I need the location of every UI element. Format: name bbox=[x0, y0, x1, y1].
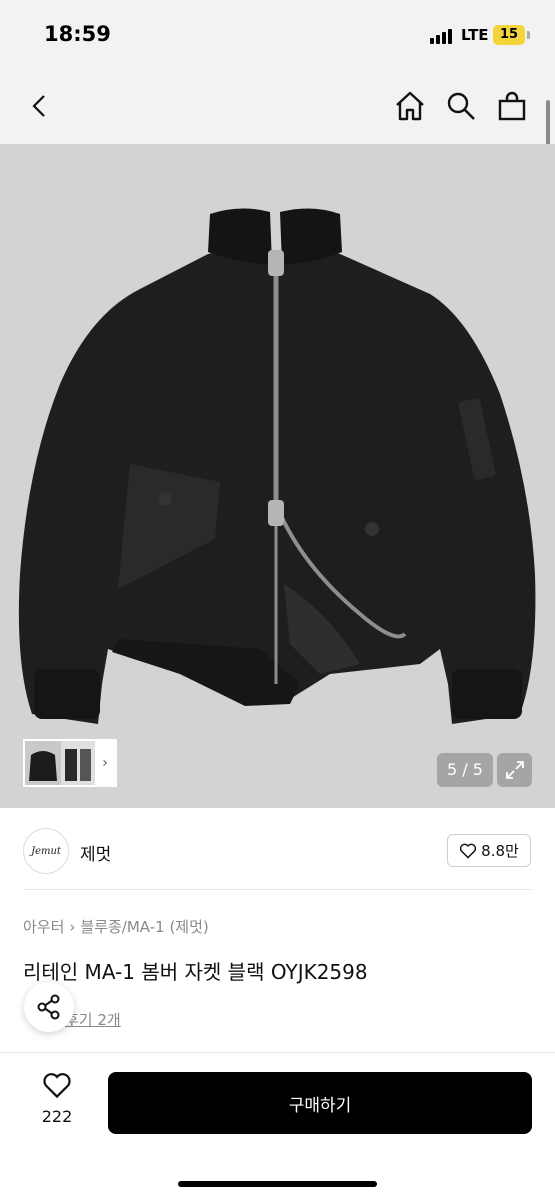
network-label: LTE bbox=[461, 26, 489, 44]
buy-button[interactable]: 구매하기 bbox=[108, 1072, 532, 1134]
search-icon[interactable] bbox=[439, 84, 483, 128]
thumbnail-image[interactable] bbox=[61, 741, 95, 785]
page-counter: 5 / 5 bbox=[437, 753, 493, 787]
breadcrumb: 아우터 › 블루종/MA-1 (제멋) bbox=[23, 916, 209, 937]
chevron-right-icon[interactable]: › bbox=[95, 741, 115, 785]
heart-icon bbox=[460, 843, 477, 859]
bottom-divider bbox=[0, 1052, 555, 1053]
thumbnail-image[interactable] bbox=[25, 741, 61, 785]
product-image[interactable] bbox=[0, 144, 555, 808]
nav-bar bbox=[0, 72, 555, 144]
share-icon[interactable] bbox=[24, 982, 74, 1032]
brand-logo[interactable]: Jemut bbox=[23, 828, 69, 874]
breadcrumb-subcategory[interactable]: 블루종/MA-1 (제멋) bbox=[80, 916, 208, 937]
signal-icon bbox=[430, 28, 456, 44]
battery-level: 15 bbox=[499, 27, 519, 42]
breadcrumb-separator: › bbox=[69, 917, 76, 936]
status-time: 18:59 bbox=[44, 22, 111, 46]
status-bar: 18:59 LTE 15 bbox=[0, 0, 555, 72]
chevron-left-icon[interactable] bbox=[18, 84, 62, 128]
jacket-illustration bbox=[18, 208, 536, 724]
brand-like-count: 8.8만 bbox=[481, 842, 519, 860]
heart-icon bbox=[43, 1073, 71, 1099]
brand-name[interactable]: 제멋 bbox=[80, 840, 111, 865]
shopping-bag-icon[interactable] bbox=[490, 84, 534, 128]
wishlist-button[interactable]: 222 bbox=[30, 1072, 84, 1132]
product-title: 리테인 MA-1 봄버 자켓 블랙 OYJK2598 bbox=[23, 960, 368, 984]
battery-tip bbox=[527, 31, 530, 39]
wishlist-count: 222 bbox=[41, 1107, 73, 1126]
battery-icon: 15 bbox=[493, 25, 525, 45]
thumbnail-strip[interactable]: › bbox=[23, 739, 117, 787]
home-indicator[interactable] bbox=[178, 1181, 377, 1187]
breadcrumb-category[interactable]: 아우터 bbox=[23, 916, 64, 937]
home-icon[interactable] bbox=[388, 84, 432, 128]
divider bbox=[23, 889, 532, 890]
brand-like-button[interactable]: 8.8만 bbox=[447, 834, 531, 867]
expand-icon[interactable] bbox=[497, 753, 532, 787]
